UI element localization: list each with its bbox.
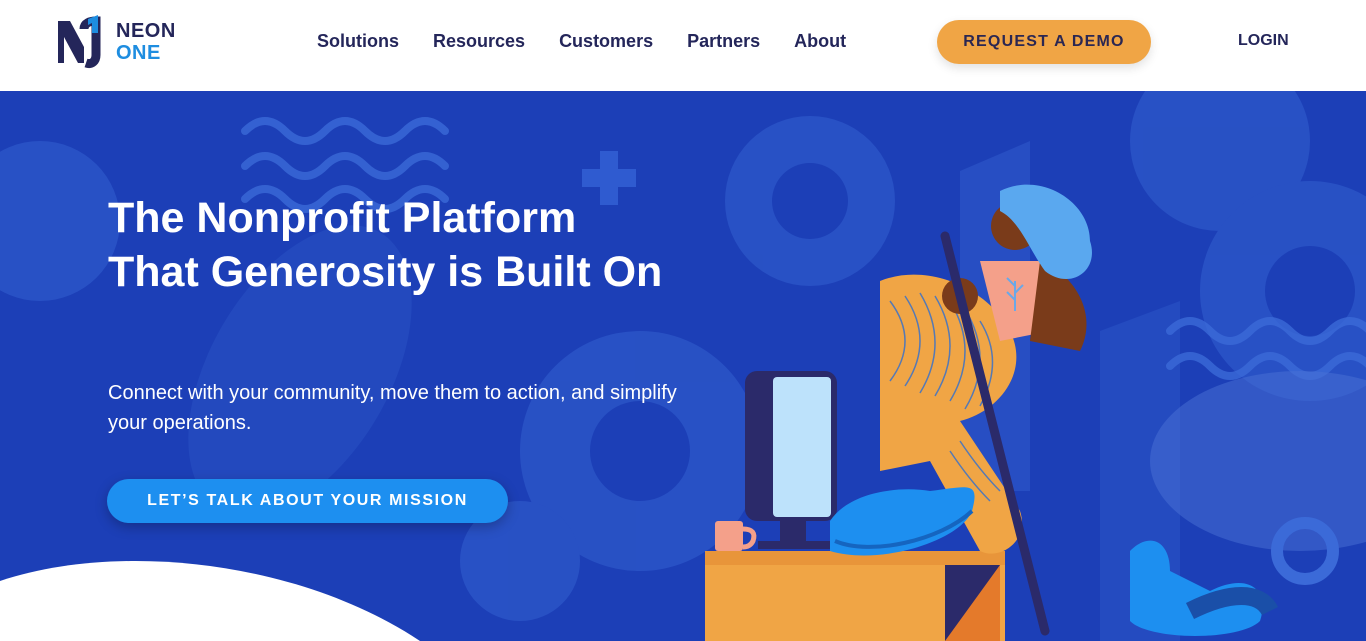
nav-item-about[interactable]: About	[794, 31, 846, 52]
neon-one-logo[interactable]: NEON ONE	[56, 14, 188, 70]
hero-title: The Nonprofit Platform That Generosity i…	[108, 194, 663, 296]
nav-item-partners[interactable]: Partners	[687, 31, 760, 52]
nav-item-solutions[interactable]: Solutions	[317, 31, 399, 52]
request-demo-button[interactable]: REQUEST A DEMO	[937, 20, 1151, 64]
hero-bottom-wave	[0, 561, 420, 641]
neon-one-logo-icon	[58, 15, 101, 68]
mission-cta-button[interactable]: LET’S TALK ABOUT YOUR MISSION	[107, 479, 508, 523]
nav-item-resources[interactable]: Resources	[433, 31, 525, 52]
login-link[interactable]: LOGIN	[1238, 32, 1289, 50]
site-header: NEON ONE Solutions Resources Customers P…	[0, 0, 1366, 91]
hero-section: The Nonprofit Platform That Generosity i…	[0, 91, 1366, 641]
main-nav: Solutions Resources Customers Partners A…	[300, 0, 863, 82]
hero-subtitle: Connect with your community, move them t…	[108, 382, 677, 434]
nav-item-customers[interactable]: Customers	[559, 31, 653, 52]
hero-illustration	[705, 184, 1092, 641]
mug	[715, 521, 743, 551]
logo-text-one: ONE	[116, 42, 161, 64]
shoe-right	[1130, 540, 1279, 636]
logo-text-neon: NEON	[116, 20, 176, 42]
